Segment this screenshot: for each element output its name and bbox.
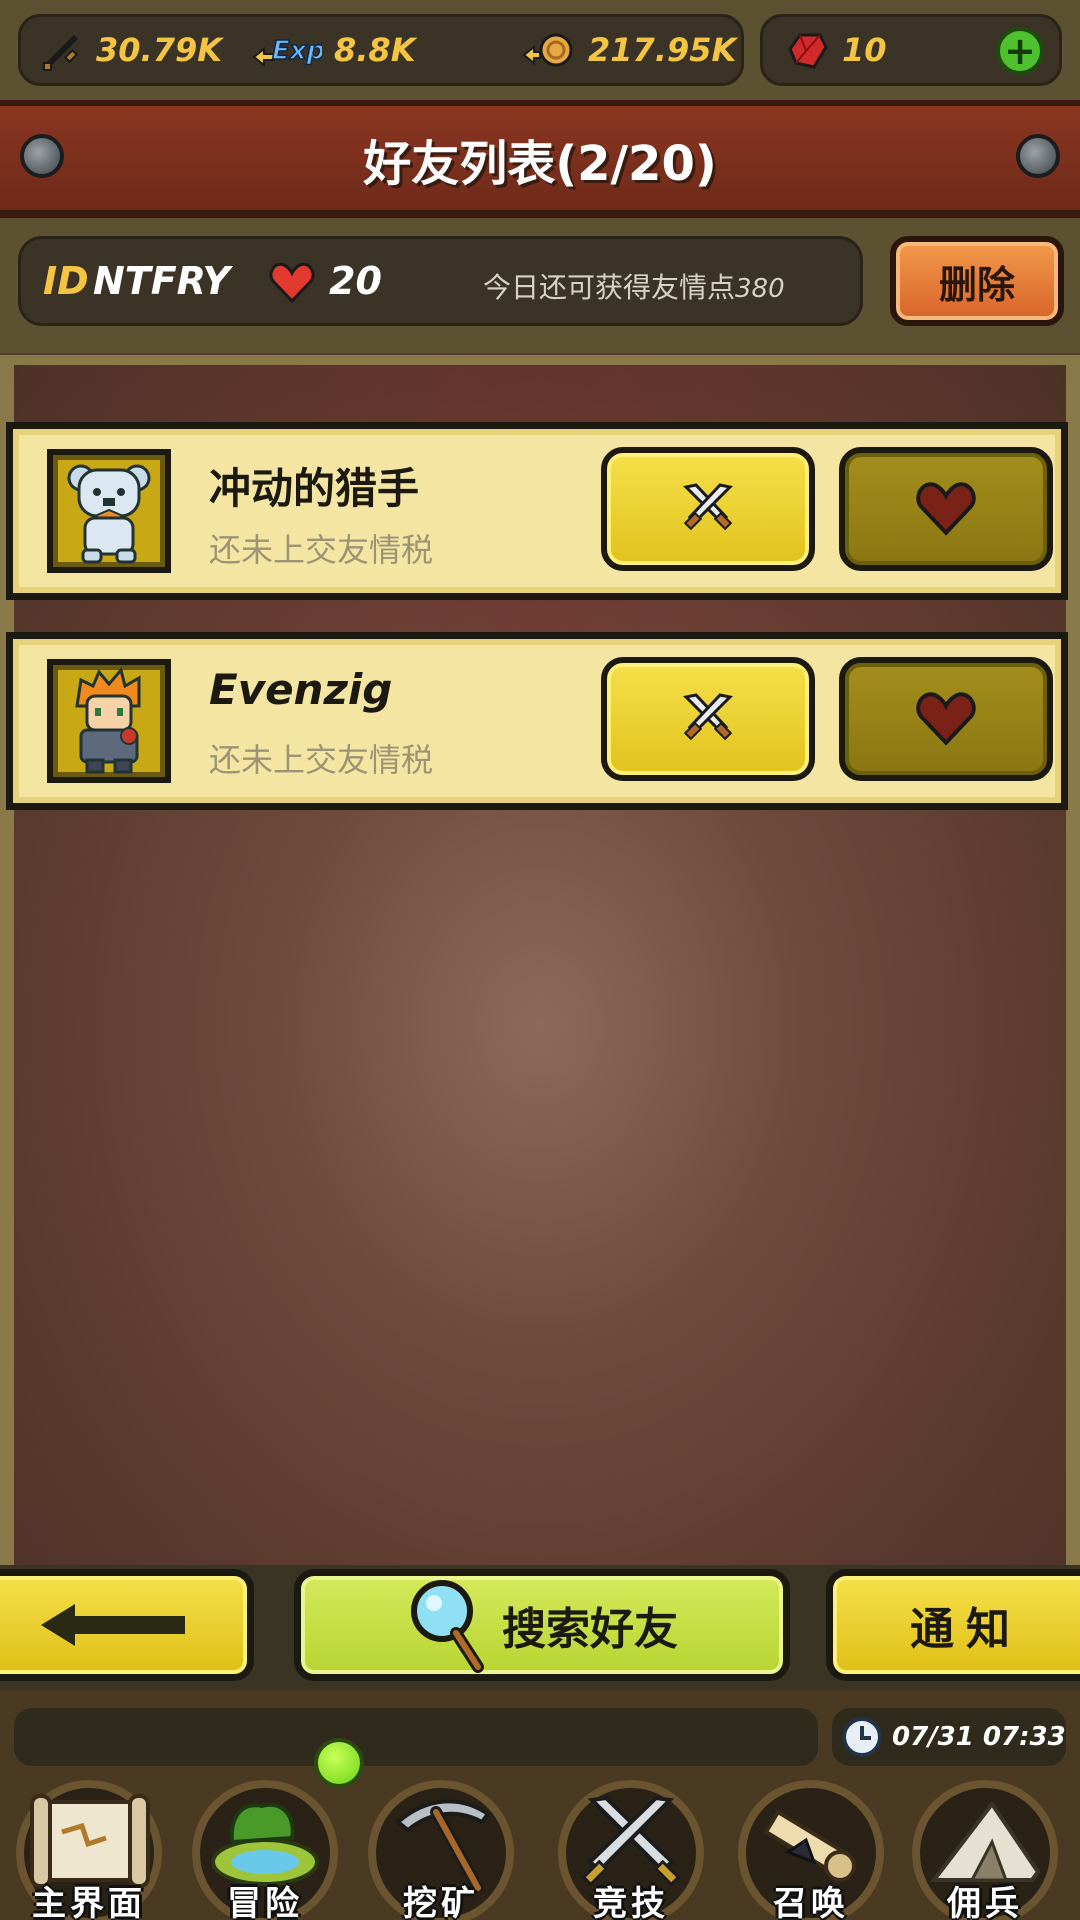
attack-resource: 30.79K [38, 26, 222, 74]
clock-icon [842, 1717, 882, 1757]
gem-value: 10 [842, 31, 887, 69]
back-button[interactable] [0, 1569, 254, 1681]
notification-button[interactable]: 通知 [826, 1569, 1080, 1681]
hero-avatar-icon [75, 666, 141, 774]
friend-card[interactable]: 冲动的猎手 还未上交友情税 [6, 422, 1068, 600]
heart-count: 20 [329, 259, 382, 303]
message-bar [14, 1708, 818, 1766]
notification-dot [314, 1738, 364, 1788]
gold-value: 217.95K [588, 31, 737, 69]
heart-icon [916, 482, 976, 536]
heart-icon [269, 261, 315, 305]
friendship-label: 今日还可获得友情点 [483, 271, 736, 304]
page-title: 好友列表(2/20) [363, 136, 717, 192]
title-banner: 好友列表(2/20) [0, 100, 1080, 218]
panel-frame [1066, 355, 1080, 1565]
heart-icon [916, 692, 976, 746]
exp-icon-text: Exp [272, 36, 322, 66]
gem-resource: 10 [784, 26, 887, 74]
exp-icon: Exp [252, 27, 322, 73]
nav-label: 冒险 [227, 1884, 303, 1920]
clock-display: 07/31 07:33 [832, 1708, 1066, 1766]
delete-button[interactable]: 删除 [890, 236, 1064, 326]
nav-label: 挖矿 [403, 1884, 479, 1920]
player-info-row: ID NTFRY 20 今日还可获得友情点380 删除 [0, 218, 1080, 353]
datetime-text: 07/31 07:33 [892, 1722, 1066, 1752]
friendship-points-info: 今日还可获得友情点380 [483, 266, 785, 306]
friend-card[interactable]: Evenzig 还未上交友情税 [6, 632, 1068, 810]
search-friends-label: 搜索好友 [502, 1604, 678, 1655]
exp-value: 8.8K [334, 31, 416, 69]
sword-icon [38, 27, 84, 73]
crossed-swords-icon [682, 693, 734, 741]
send-heart-button[interactable] [839, 447, 1053, 571]
gold-resource: 217.95K [522, 26, 736, 74]
friend-avatar [47, 659, 171, 783]
friend-status: 还未上交友情税 [209, 741, 434, 779]
nav-label: 佣兵 [947, 1884, 1023, 1920]
nav-mercenary[interactable]: 佣兵 [900, 1780, 1070, 1920]
add-gems-button[interactable]: + [996, 27, 1044, 75]
nav-adventure[interactable]: 冒险 [180, 1780, 350, 1920]
friend-status: 还未上交友情税 [209, 531, 434, 569]
nav-summon[interactable]: 召唤 [726, 1780, 896, 1920]
friendship-points: 380 [735, 274, 785, 304]
nav-label: 召唤 [773, 1884, 849, 1920]
player-info-pill: ID NTFRY 20 今日还可获得友情点380 [18, 236, 863, 326]
player-id: NTFRY [93, 259, 230, 303]
friend-avatar [47, 449, 171, 573]
crossed-swords-icon [682, 483, 734, 531]
exp-resource: Exp 8.8K [252, 26, 415, 74]
bear-avatar-icon [67, 464, 151, 564]
nav-mining[interactable]: 挖矿 [356, 1780, 526, 1920]
magnifier-icon [411, 1580, 484, 1673]
nav-main[interactable]: 主界面 [4, 1780, 174, 1920]
ruby-icon [784, 27, 830, 73]
battle-button[interactable] [601, 657, 815, 781]
send-heart-button[interactable] [839, 657, 1053, 781]
nav-label: 主界面 [32, 1884, 146, 1920]
id-label: ID [43, 259, 89, 303]
friend-name: 冲动的猎手 [209, 464, 420, 513]
friend-name: Evenzig [209, 665, 393, 714]
action-bar: 搜索好友 通知 [0, 1565, 1080, 1690]
nav-arena[interactable]: 竞技 [546, 1780, 716, 1920]
back-arrow-icon [41, 1604, 185, 1646]
battle-button[interactable] [601, 447, 815, 571]
gold-coin-icon [522, 27, 576, 73]
search-friends-button[interactable]: 搜索好友 [294, 1569, 790, 1681]
nav-label: 竞技 [593, 1884, 669, 1920]
resource-bar: 30.79K Exp 8.8K 217.95K 10 + [0, 0, 1080, 100]
bottom-nav: 07/31 07:33 主界面 冒险 挖矿 竞技 召唤 佣兵 [0, 1690, 1080, 1920]
attack-value: 30.79K [96, 31, 223, 69]
